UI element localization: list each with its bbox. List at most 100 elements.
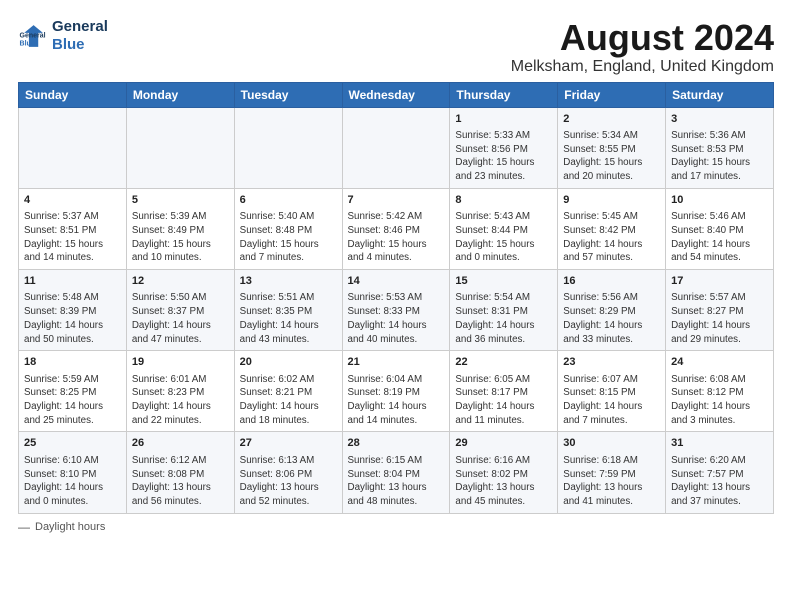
cell-3-1: 19 Sunrise: 6:01 AMSunset: 8:23 PMDayligh… (126, 351, 234, 432)
cell-3-0: 18 Sunrise: 5:59 AMSunset: 8:25 PMDayligh… (19, 351, 127, 432)
cell-content: Sunrise: 5:51 AMSunset: 8:35 PMDaylight:… (240, 291, 337, 346)
legend-daylight: — Daylight hours (18, 520, 105, 534)
day-number: 21 (348, 355, 445, 370)
cell-content: Sunrise: 6:20 AMSunset: 7:57 PMDaylight:… (671, 454, 768, 509)
cell-content: Sunrise: 6:15 AMSunset: 8:04 PMDaylight:… (348, 454, 445, 509)
cell-content: Sunrise: 5:37 AMSunset: 8:51 PMDaylight:… (24, 210, 121, 265)
col-thursday: Thursday (450, 82, 558, 107)
cell-content: Sunrise: 6:08 AMSunset: 8:12 PMDaylight:… (671, 373, 768, 428)
day-number: 20 (240, 355, 337, 370)
cell-2-3: 14 Sunrise: 5:53 AMSunset: 8:33 PMDayligh… (342, 270, 450, 351)
cell-3-2: 20 Sunrise: 6:02 AMSunset: 8:21 PMDayligh… (234, 351, 342, 432)
main-title: August 2024 (511, 18, 774, 58)
cell-1-3: 7Sunrise: 5:42 AMSunset: 8:46 PMDaylight… (342, 188, 450, 269)
day-number: 16 (563, 274, 660, 289)
svg-text:Blue: Blue (20, 40, 35, 47)
col-tuesday: Tuesday (234, 82, 342, 107)
day-number: 9 (563, 193, 660, 208)
svg-text:General: General (20, 33, 46, 40)
cell-2-5: 16 Sunrise: 5:56 AMSunset: 8:29 PMDayligh… (558, 270, 666, 351)
logo-icon: General Blue (18, 22, 46, 50)
day-number: 6 (240, 193, 337, 208)
calendar-table: Sunday Monday Tuesday Wednesday Thursday… (18, 82, 774, 514)
cell-content: Sunrise: 6:18 AMSunset: 7:59 PMDaylight:… (563, 454, 660, 509)
day-number: 23 (563, 355, 660, 370)
logo-text-block: General Blue (52, 18, 108, 54)
col-friday: Friday (558, 82, 666, 107)
header: General Blue General Blue August 2024 Me… (18, 18, 774, 76)
cell-4-2: 27Sunrise: 6:13 AMSunset: 8:06 PMDayligh… (234, 432, 342, 513)
cell-content: Sunrise: 5:54 AMSunset: 8:31 PMDaylight:… (455, 291, 552, 346)
cell-content: Sunrise: 5:48 AMSunset: 8:39 PMDaylight:… (24, 291, 121, 346)
cell-content: Sunrise: 5:34 AMSunset: 8:55 PMDaylight:… (563, 129, 660, 184)
cell-content: Sunrise: 6:01 AMSunset: 8:23 PMDaylight:… (132, 373, 229, 428)
cell-content: Sunrise: 6:13 AMSunset: 8:06 PMDaylight:… (240, 454, 337, 509)
day-number: 3 (671, 112, 768, 127)
day-number: 2 (563, 112, 660, 127)
cell-content: Sunrise: 6:12 AMSunset: 8:08 PMDaylight:… (132, 454, 229, 509)
week-row-0: 1 Sunrise: 5:33 AMSunset: 8:56 PMDaylight… (19, 107, 774, 188)
cell-content: Sunrise: 6:07 AMSunset: 8:15 PMDaylight:… (563, 373, 660, 428)
cell-content: Sunrise: 6:02 AMSunset: 8:21 PMDaylight:… (240, 373, 337, 428)
cell-2-2: 13Sunrise: 5:51 AMSunset: 8:35 PMDayligh… (234, 270, 342, 351)
cell-1-5: 9 Sunrise: 5:45 AMSunset: 8:42 PMDaylight… (558, 188, 666, 269)
day-number: 26 (132, 436, 229, 451)
cell-2-6: 17Sunrise: 5:57 AMSunset: 8:27 PMDayligh… (666, 270, 774, 351)
cell-content: Sunrise: 5:45 AMSunset: 8:42 PMDaylight:… (563, 210, 660, 265)
day-number: 8 (455, 193, 552, 208)
cell-1-1: 5Sunrise: 5:39 AMSunset: 8:49 PMDaylight… (126, 188, 234, 269)
day-number: 30 (563, 436, 660, 451)
day-number: 5 (132, 193, 229, 208)
cell-0-5: 2 Sunrise: 5:34 AMSunset: 8:55 PMDaylight… (558, 107, 666, 188)
cell-content: Sunrise: 6:10 AMSunset: 8:10 PMDaylight:… (24, 454, 121, 509)
cell-4-3: 28 Sunrise: 6:15 AMSunset: 8:04 PMDayligh… (342, 432, 450, 513)
day-number: 15 (455, 274, 552, 289)
cell-content: Sunrise: 5:42 AMSunset: 8:46 PMDaylight:… (348, 210, 445, 265)
col-wednesday: Wednesday (342, 82, 450, 107)
day-number: 25 (24, 436, 121, 451)
week-row-4: 25 Sunrise: 6:10 AMSunset: 8:10 PMDayligh… (19, 432, 774, 513)
legend: — Daylight hours (18, 520, 774, 534)
cell-content: Sunrise: 5:40 AMSunset: 8:48 PMDaylight:… (240, 210, 337, 265)
cell-3-3: 21 Sunrise: 6:04 AMSunset: 8:19 PMDayligh… (342, 351, 450, 432)
cell-2-0: 11 Sunrise: 5:48 AMSunset: 8:39 PMDayligh… (19, 270, 127, 351)
day-number: 14 (348, 274, 445, 289)
title-area: August 2024 Melksham, England, United Ki… (511, 18, 774, 76)
cell-1-6: 10 Sunrise: 5:46 AMSunset: 8:40 PMDayligh… (666, 188, 774, 269)
day-number: 28 (348, 436, 445, 451)
cell-content: Sunrise: 6:05 AMSunset: 8:17 PMDaylight:… (455, 373, 552, 428)
cell-content: Sunrise: 5:56 AMSunset: 8:29 PMDaylight:… (563, 291, 660, 346)
cell-content: Sunrise: 5:53 AMSunset: 8:33 PMDaylight:… (348, 291, 445, 346)
day-number: 10 (671, 193, 768, 208)
day-number: 4 (24, 193, 121, 208)
cell-content: Sunrise: 5:43 AMSunset: 8:44 PMDaylight:… (455, 210, 552, 265)
cell-content: Sunrise: 5:46 AMSunset: 8:40 PMDaylight:… (671, 210, 768, 265)
col-monday: Monday (126, 82, 234, 107)
subtitle: Melksham, England, United Kingdom (511, 58, 774, 76)
cell-0-3 (342, 107, 450, 188)
cell-1-4: 8 Sunrise: 5:43 AMSunset: 8:44 PMDaylight… (450, 188, 558, 269)
cell-0-6: 3Sunrise: 5:36 AMSunset: 8:53 PMDaylight… (666, 107, 774, 188)
day-number: 19 (132, 355, 229, 370)
week-row-2: 11 Sunrise: 5:48 AMSunset: 8:39 PMDayligh… (19, 270, 774, 351)
cell-0-0 (19, 107, 127, 188)
cell-1-2: 6 Sunrise: 5:40 AMSunset: 8:48 PMDaylight… (234, 188, 342, 269)
day-number: 1 (455, 112, 552, 127)
cell-4-5: 30 Sunrise: 6:18 AMSunset: 7:59 PMDayligh… (558, 432, 666, 513)
cell-3-4: 22Sunrise: 6:05 AMSunset: 8:17 PMDayligh… (450, 351, 558, 432)
cell-0-4: 1 Sunrise: 5:33 AMSunset: 8:56 PMDaylight… (450, 107, 558, 188)
cell-content: Sunrise: 6:04 AMSunset: 8:19 PMDaylight:… (348, 373, 445, 428)
col-saturday: Saturday (666, 82, 774, 107)
day-number: 18 (24, 355, 121, 370)
cell-content: Sunrise: 5:59 AMSunset: 8:25 PMDaylight:… (24, 373, 121, 428)
day-number: 24 (671, 355, 768, 370)
cell-content: Sunrise: 5:50 AMSunset: 8:37 PMDaylight:… (132, 291, 229, 346)
legend-daylight-label: Daylight hours (35, 521, 105, 533)
cell-content: Sunrise: 5:33 AMSunset: 8:56 PMDaylight:… (455, 129, 552, 184)
day-number: 11 (24, 274, 121, 289)
day-number: 12 (132, 274, 229, 289)
legend-dash: — (18, 520, 30, 534)
logo: General Blue General Blue (18, 18, 108, 54)
day-number: 29 (455, 436, 552, 451)
day-number: 31 (671, 436, 768, 451)
